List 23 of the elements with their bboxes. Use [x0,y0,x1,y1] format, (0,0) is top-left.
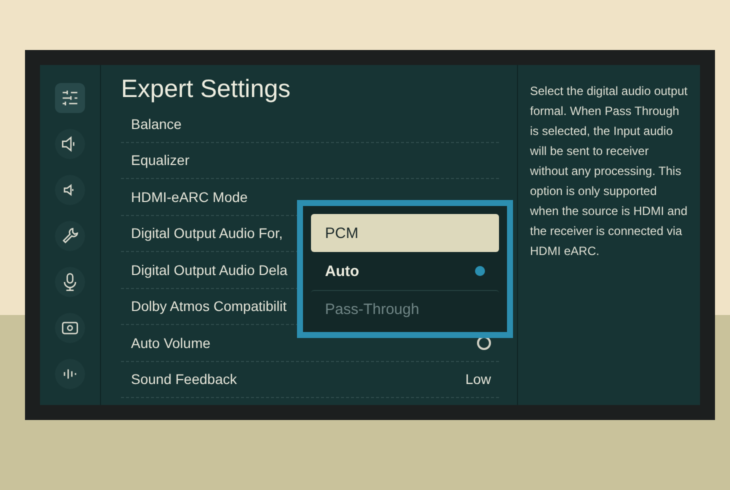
settings-label: Digital Output Audio For, [131,225,283,242]
sidebar-item[interactable] [55,313,85,343]
settings-label: Equalizer [131,152,190,168]
settings-item[interactable]: Sound Feedback Low [121,362,499,398]
sidebar-item[interactable] [55,83,85,113]
menu-option[interactable]: PCM [311,214,499,252]
settings-label: Dolby Atmos Compatibilit [131,298,287,314]
settings-label: HDMI-eARC Mode [131,188,248,205]
sidebar-item[interactable] [55,175,85,205]
help-text: Select the digital audio output formal. When Pass Through is selected, the Input audio will be sent to receiver without any processing. This option is only supported when the source is HDMI and the receiver is connected via HDMI eARC. [529,83,688,260]
settings-item[interactable]: Equalizer [121,142,499,179]
sidebar-item[interactable] [55,359,85,389]
page-title: Expert Settings [121,75,292,104]
settings-label: Balance [131,116,182,132]
settings-value: Low [465,371,491,388]
sidebar-item[interactable] [55,129,85,159]
settings-label: Digital Output Audio Dela [131,262,288,278]
sidebar-item[interactable] [55,221,85,251]
settings-label: Sound Feedback [131,371,237,388]
settings-label: Auto Volume [131,334,210,351]
settings-item[interactable]: Balance [121,106,499,142]
menu-option[interactable]: Auto [311,252,499,290]
sidebar-item[interactable] [55,267,85,297]
